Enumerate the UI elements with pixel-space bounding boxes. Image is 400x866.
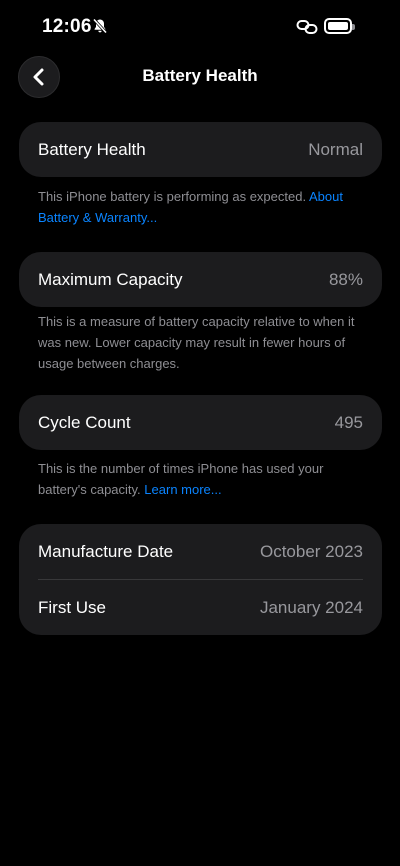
first-use-value: January 2024 [259,597,363,617]
manufacture-date-label: Manufacture Date [38,541,174,561]
status-time: 12:06 [42,16,92,37]
cycle-count-label: Cycle Count [38,412,131,432]
battery-health-value: Normal [308,139,363,159]
battery-health-footer-text: This iPhone battery is performing as exp… [38,189,309,204]
battery-health-row: Battery Health Normal [19,122,382,177]
cycle-count-card: Cycle Count 495 [19,395,382,450]
manufacture-date-value: October 2023 [259,541,363,561]
learn-more-link[interactable]: Learn more... [144,482,221,497]
maximum-capacity-footer: This is a measure of battery capacity re… [38,311,368,374]
maximum-capacity-row: Maximum Capacity 88% [19,252,382,307]
cycle-count-value: 495 [334,412,363,432]
maximum-capacity-value: 88% [328,269,363,289]
manufacture-date-row: Manufacture Date October 2023 [19,524,382,579]
cycle-count-footer: This is the number of times iPhone has u… [38,458,368,500]
first-use-row: First Use January 2024 [19,580,382,635]
battery-health-label: Battery Health [38,139,146,159]
page-title: Battery Health [142,66,258,85]
first-use-label: First Use [38,597,106,617]
bell-slash-icon [92,18,108,39]
link-icon [296,19,318,40]
maximum-capacity-label: Maximum Capacity [38,269,183,289]
status-bar: 12:06 [0,0,400,54]
battery-icon [324,18,355,34]
battery-health-card: Battery Health Normal [19,122,382,177]
navigation-bar: Battery Health [0,54,400,98]
battery-health-footer: This iPhone battery is performing as exp… [38,186,368,228]
maximum-capacity-footer-text: This is a measure of battery capacity re… [38,314,355,371]
dates-card: Manufacture Date October 2023 First Use … [19,524,382,635]
cycle-count-row: Cycle Count 495 [19,395,382,450]
maximum-capacity-card: Maximum Capacity 88% [19,252,382,307]
